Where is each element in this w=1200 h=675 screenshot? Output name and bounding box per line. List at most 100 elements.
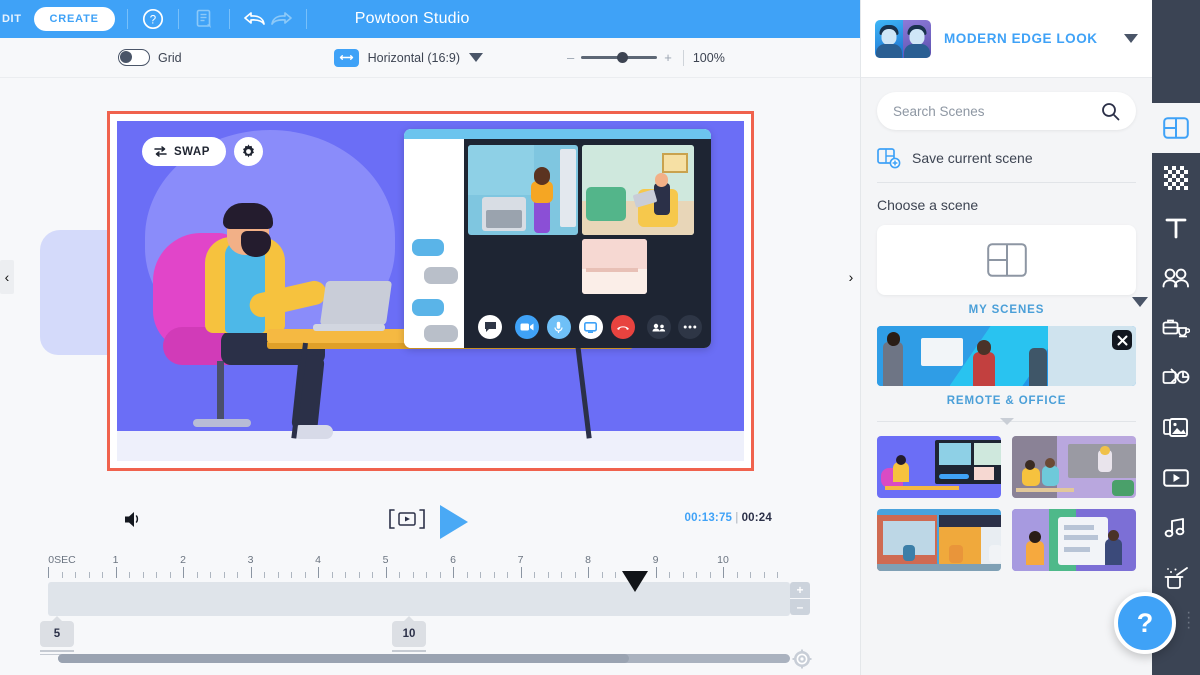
timeline-zoom-in-button[interactable]: + [790,582,810,598]
timeline-playhead[interactable] [622,571,649,592]
vc-camera-button[interactable] [514,315,539,339]
timeline-zoom-out-button[interactable]: – [790,599,810,615]
slide-duration-marker[interactable]: 5 [40,621,74,657]
next-slide-chevron[interactable]: › [844,260,858,294]
redo-arrow-icon[interactable] [268,6,294,32]
ruler-label: 2 [180,554,186,566]
grid-toggle[interactable]: Grid [118,49,182,66]
ruler-tick [615,572,616,578]
ruler-tick [156,572,157,578]
app-title: Powtoon Studio [354,10,470,27]
save-current-scene-button[interactable]: Save current scene [877,147,1136,169]
images-icon[interactable] [1152,403,1200,453]
close-x-icon[interactable] [1112,330,1132,350]
shapes-icon[interactable] [1152,353,1200,403]
undo-arrow-icon[interactable] [242,6,268,32]
scene-thumbnail[interactable] [1012,509,1136,571]
canvas-selection-frame[interactable]: SWAP [107,111,754,471]
slide-duration-marker[interactable]: 10 [392,621,426,657]
svg-text:?: ? [150,14,156,26]
tab-create[interactable]: CREATE [33,7,115,31]
category-collapse-divider[interactable] [877,414,1136,430]
zoom-out-button[interactable]: – [567,50,574,65]
text-tool-icon[interactable] [1152,203,1200,253]
video-call-mockup [404,129,711,348]
ruler-tick [358,572,360,578]
ruler-tick [88,572,90,578]
look-name: MODERN EDGE LOOK [944,31,1098,46]
aspect-ratio-selector[interactable]: Horizontal (16:9) [333,48,484,67]
ruler-tick [655,567,657,578]
ruler-tick [237,572,238,578]
props-icon[interactable] [1152,303,1200,353]
scene-thumbnail[interactable] [877,436,1001,498]
zoom-slider-handle[interactable] [617,51,629,63]
my-scenes-card[interactable] [877,225,1148,307]
tab-edit[interactable]: DIT [0,13,28,25]
slide-canvas[interactable]: SWAP [117,121,744,461]
ruler-tick [493,572,495,578]
grid-switch[interactable] [118,49,150,66]
zoom-in-button[interactable]: + [664,50,672,65]
question-circle-icon[interactable]: ? [140,6,166,32]
chevron-down-icon[interactable] [999,418,1014,425]
video-icon[interactable] [1152,453,1200,503]
layout-scenes-icon[interactable] [1152,103,1200,153]
ruler-tick [291,572,292,578]
ruler-tick [412,572,414,578]
vc-tile-bedroom [582,239,647,294]
ruler-label: 5 [382,554,389,566]
scene-thumbnail[interactable] [1012,436,1136,498]
frame-play-button[interactable] [386,507,428,531]
ruler-tick [223,572,225,578]
canvas-toolbar: Grid Horizontal (16:9) – + 100% [0,38,860,78]
scene-thumbnail[interactable] [877,509,1001,571]
vc-more-button[interactable] [678,315,702,339]
more-options-icon[interactable]: · · · · [1186,605,1191,636]
vc-participants-button[interactable] [647,315,671,339]
canvas-settings-button[interactable] [233,137,263,166]
vc-control-bar [464,312,711,342]
ruler-tick [264,572,265,578]
character-pair-thumb[interactable] [875,19,931,58]
chevron-down-icon[interactable] [469,53,484,62]
search-icon[interactable] [1101,102,1120,121]
ruler-tick [520,567,522,578]
panel-body: Save current scene Choose a scene MY SCE… [861,78,1152,571]
zoom-control[interactable]: – + 100% [567,49,725,66]
slide-duration-value[interactable]: 10 [392,621,426,647]
search-scenes-box[interactable] [877,92,1136,130]
ruler-tick [669,572,670,578]
timeline-track[interactable] [48,582,790,616]
ruler-tick [196,572,198,578]
music-icon[interactable] [1152,503,1200,553]
chevron-down-icon[interactable] [1124,34,1138,43]
vc-mic-button[interactable] [546,315,571,339]
timeline-ruler[interactable]: 0SEC 1 2 3 4 5 6 7 8 9 10 [48,554,790,582]
characters-icon[interactable] [1152,253,1200,303]
layout-grid-icon [986,243,1027,277]
zoom-slider[interactable] [581,51,658,63]
timeline-zoom-buttons: + – [790,582,810,615]
vc-chat-button[interactable] [478,315,502,339]
ruler-tick [210,572,211,578]
target-fit-icon[interactable] [792,649,812,674]
vc-screenshare-button[interactable] [578,315,603,339]
background-texture-icon[interactable] [1152,153,1200,203]
swap-button[interactable]: SWAP [142,137,226,166]
ruler-tick [250,567,252,578]
timeline-horizontal-scrollbar[interactable] [58,654,790,663]
prev-slide-chevron[interactable]: ‹ [0,260,14,294]
category-thumbnail-remote-office[interactable] [877,326,1136,386]
swap-arrows-icon [154,146,167,157]
ruler-tick [129,572,130,578]
search-input[interactable] [893,103,1101,119]
chevron-down-icon[interactable] [1132,297,1148,307]
volume-button[interactable] [122,509,144,535]
document-edit-icon[interactable] [191,6,217,32]
scrollbar-thumb[interactable] [58,654,629,663]
vc-end-call-button[interactable] [610,315,635,339]
slide-duration-value[interactable]: 5 [40,621,74,647]
play-button[interactable] [436,502,472,547]
help-button[interactable]: ? [1114,592,1176,654]
